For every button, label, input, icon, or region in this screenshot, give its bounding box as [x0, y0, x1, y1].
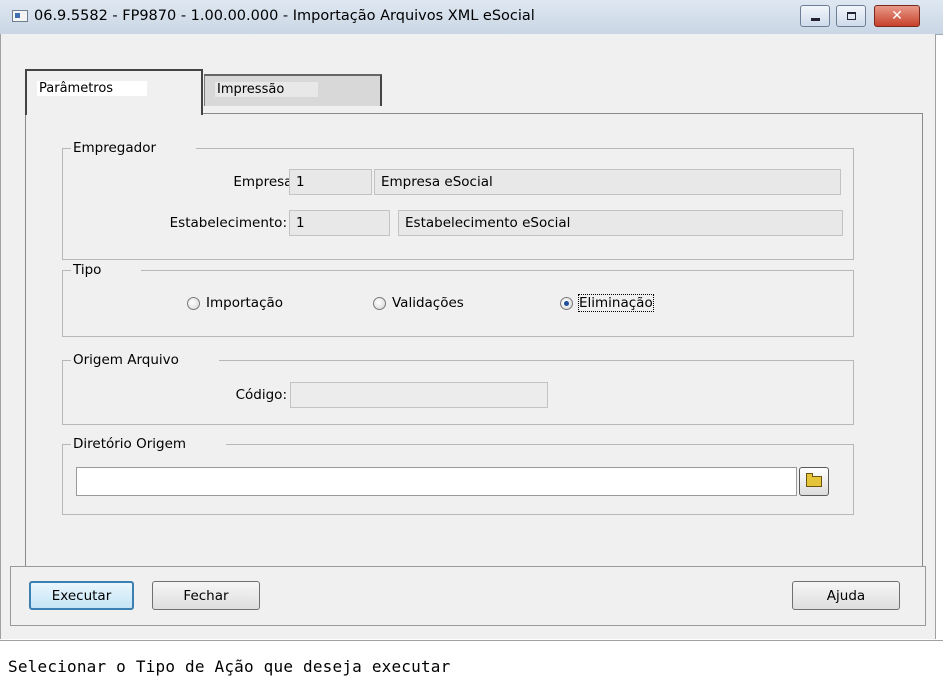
group-origem-arquivo: Origem Arquivo Código: — [62, 352, 854, 425]
estabelecimento-label: Estabelecimento: — [169, 215, 287, 231]
close-button[interactable]: ✕ — [874, 5, 920, 27]
group-diretorio-origem-legend: Diretório Origem — [71, 436, 227, 452]
empresa-code-field[interactable]: 1 — [289, 169, 372, 195]
folder-open-icon — [806, 473, 822, 487]
radio-importacao-label[interactable]: Importação — [206, 295, 283, 311]
status-message: Selecionar o Tipo de Ação que deseja exe… — [8, 657, 451, 676]
window-title: 06.9.5582 - FP9870 - 1.00.00.000 - Impor… — [34, 8, 535, 24]
status-bar: Selecionar o Tipo de Ação que deseja exe… — [0, 640, 943, 692]
group-origem-arquivo-legend: Origem Arquivo — [71, 352, 219, 368]
radio-validacoes[interactable]: Validações — [373, 295, 464, 311]
estabelecimento-code-field[interactable]: 1 — [289, 210, 390, 236]
tab-impressao[interactable]: Impressão — [204, 74, 382, 106]
radio-importacao-circle[interactable] — [187, 296, 200, 310]
minimize-icon — [811, 18, 820, 21]
close-icon: ✕ — [891, 8, 903, 24]
radio-eliminacao-label[interactable]: Eliminação — [578, 294, 654, 312]
radio-eliminacao-circle[interactable] — [560, 296, 573, 310]
browse-folder-button[interactable] — [799, 467, 829, 496]
fechar-button[interactable]: Fechar — [152, 581, 260, 610]
tab-impressao-label: Impressão — [215, 82, 319, 97]
empresa-name-field: Empresa eSocial — [374, 169, 841, 195]
radio-validacoes-circle[interactable] — [373, 296, 386, 310]
estabelecimento-name-field: Estabelecimento eSocial — [398, 210, 843, 236]
radio-eliminacao[interactable]: Eliminação — [560, 294, 654, 312]
tab-panel-parametros: Empregador Empresa: 1 Empresa eSocial Es… — [25, 113, 923, 582]
codigo-label: Código: — [235, 387, 287, 403]
group-tipo-legend: Tipo — [71, 262, 142, 278]
minimize-button[interactable] — [800, 5, 830, 27]
diretorio-origem-input[interactable] — [76, 467, 797, 496]
window-client: Parâmetros Impressão Empregador Empresa:… — [0, 34, 936, 639]
maximize-button[interactable] — [836, 5, 866, 27]
codigo-field[interactable] — [290, 382, 548, 408]
ajuda-button[interactable]: Ajuda — [792, 581, 900, 610]
tab-parametros[interactable]: Parâmetros — [25, 69, 203, 115]
empresa-label: Empresa: — [233, 174, 297, 190]
group-tipo: Tipo Importação Validações Eliminação — [62, 262, 854, 337]
radio-validacoes-label[interactable]: Validações — [392, 295, 464, 311]
tab-parametros-label: Parâmetros — [37, 81, 148, 96]
app-icon — [12, 10, 28, 22]
button-bar: Executar Fechar Ajuda — [10, 566, 926, 626]
executar-button[interactable]: Executar — [29, 581, 134, 610]
group-empregador-legend: Empregador — [71, 140, 197, 156]
radio-importacao[interactable]: Importação — [187, 295, 283, 311]
group-empregador: Empregador Empresa: 1 Empresa eSocial Es… — [62, 140, 854, 260]
title-bar: 06.9.5582 - FP9870 - 1.00.00.000 - Impor… — [0, 0, 943, 35]
maximize-icon — [847, 12, 856, 20]
